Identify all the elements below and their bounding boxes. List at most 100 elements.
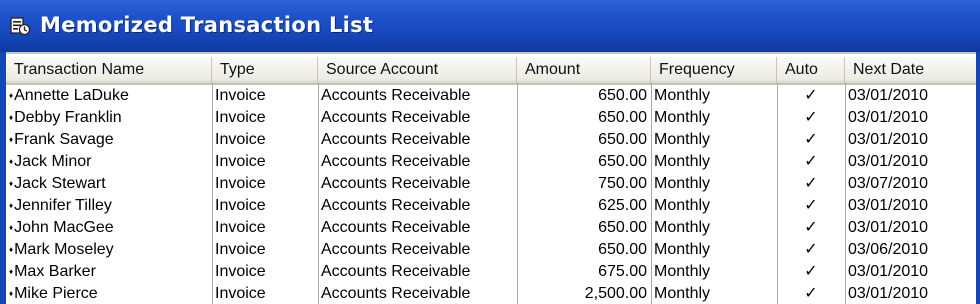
next-date-cell: 03/01/2010 xyxy=(848,219,929,236)
next-date-cell: 03/07/2010 xyxy=(848,175,929,192)
type-cell: Invoice xyxy=(215,263,266,280)
table-row[interactable]: ♦Jennifer Tilley Invoice Accounts Receivab… xyxy=(6,195,976,217)
source-account-cell: Accounts Receivable xyxy=(321,263,471,280)
row-marker-icon: ♦ xyxy=(9,245,14,254)
source-account-cell: Accounts Receivable xyxy=(321,241,471,258)
type-cell: Invoice xyxy=(215,285,266,302)
window-frame-right xyxy=(976,52,980,304)
amount-cell: 650.00 xyxy=(598,219,647,236)
table-row[interactable]: ♦Debby Franklin Invoice Accounts Receivabl… xyxy=(6,107,976,129)
next-date-cell: 03/01/2010 xyxy=(848,131,929,148)
source-account-cell: Accounts Receivable xyxy=(321,175,471,192)
table-row[interactable]: ♦Annette LaDuke Invoice Accounts Receivabl… xyxy=(6,85,976,107)
column-header-frequency[interactable]: Frequency xyxy=(651,57,777,83)
memorized-list-icon xyxy=(10,17,31,36)
transaction-name: Jack Minor xyxy=(14,153,92,170)
amount-cell: 650.00 xyxy=(598,131,647,148)
auto-checkmark: ✓ xyxy=(804,175,818,192)
frequency-cell: Monthly xyxy=(654,219,711,236)
transaction-name: Frank Savage xyxy=(14,131,114,148)
table-row[interactable]: ♦Mark Moseley Invoice Accounts Receivable 6… xyxy=(6,239,976,261)
transaction-name-cell: ♦Mark Moseley xyxy=(6,239,212,261)
next-date-cell: 03/06/2010 xyxy=(848,241,929,258)
auto-checkmark: ✓ xyxy=(804,131,818,148)
frequency-cell: Monthly xyxy=(654,197,711,214)
column-header-auto[interactable]: Auto xyxy=(777,57,845,83)
frequency-cell: Monthly xyxy=(654,131,711,148)
next-date-cell: 03/01/2010 xyxy=(848,153,929,170)
type-cell: Invoice xyxy=(215,87,266,104)
row-marker-icon: ♦ xyxy=(9,135,14,144)
amount-cell: 2,500.00 xyxy=(584,285,647,302)
auto-checkmark: ✓ xyxy=(804,285,818,302)
amount-cell: 650.00 xyxy=(598,153,647,170)
type-cell: Invoice xyxy=(215,131,266,148)
transaction-name-cell: ♦Mike Pierce xyxy=(6,283,212,304)
table-row[interactable]: ♦Max Barker Invoice Accounts Receivable 675… xyxy=(6,261,976,283)
auto-checkmark: ✓ xyxy=(804,153,818,170)
table-row[interactable]: ♦Mike Pierce Invoice Accounts Receivable 2,… xyxy=(6,283,976,304)
amount-cell: 650.00 xyxy=(598,87,647,104)
table-row[interactable]: ♦John MacGee Invoice Accounts Receivable 65… xyxy=(6,217,976,239)
source-account-cell: Accounts Receivable xyxy=(321,87,471,104)
transaction-name: Mike Pierce xyxy=(14,285,98,302)
column-header-amount[interactable]: Amount xyxy=(517,57,651,83)
title-bar[interactable]: Memorized Transaction List xyxy=(0,0,980,52)
auto-checkmark: ✓ xyxy=(804,219,818,236)
column-header-next-date[interactable]: Next Date xyxy=(845,57,976,83)
amount-cell: 650.00 xyxy=(598,109,647,126)
row-marker-icon: ♦ xyxy=(9,91,14,100)
row-marker-icon: ♦ xyxy=(9,201,14,210)
table-row[interactable]: ♦Jack Stewart Invoice Accounts Receivable 7… xyxy=(6,173,976,195)
source-account-cell: Accounts Receivable xyxy=(321,197,471,214)
auto-checkmark: ✓ xyxy=(804,241,818,258)
row-marker-icon: ♦ xyxy=(9,113,14,122)
source-account-cell: Accounts Receivable xyxy=(321,219,471,236)
auto-checkmark: ✓ xyxy=(804,263,818,280)
column-header-transaction-name[interactable]: Transaction Name xyxy=(6,57,212,83)
source-account-cell: Accounts Receivable xyxy=(321,285,471,302)
row-marker-icon: ♦ xyxy=(9,179,14,188)
amount-cell: 650.00 xyxy=(598,241,647,258)
source-account-cell: Accounts Receivable xyxy=(321,153,471,170)
table-row[interactable]: ♦Frank Savage Invoice Accounts Receivable 6… xyxy=(6,129,976,151)
table-row[interactable]: ♦Jack Minor Invoice Accounts Receivable 650… xyxy=(6,151,976,173)
frequency-cell: Monthly xyxy=(654,175,711,192)
transaction-name-cell: ♦Frank Savage xyxy=(6,129,212,151)
column-header-source-account[interactable]: Source Account xyxy=(318,57,517,83)
row-marker-icon: ♦ xyxy=(9,157,14,166)
next-date-cell: 03/01/2010 xyxy=(848,197,929,214)
transaction-name-cell: ♦Jack Minor xyxy=(6,151,212,173)
transaction-name-cell: ♦Jack Stewart xyxy=(6,173,212,195)
column-header-type[interactable]: Type xyxy=(212,57,318,83)
table-header: Transaction Name Type Source Account Amo… xyxy=(6,57,976,85)
amount-cell: 675.00 xyxy=(598,263,647,280)
auto-checkmark: ✓ xyxy=(804,109,818,126)
next-date-cell: 03/01/2010 xyxy=(848,109,929,126)
transaction-name: Jack Stewart xyxy=(14,175,106,192)
frequency-cell: Monthly xyxy=(654,153,711,170)
transaction-table: Transaction Name Type Source Account Amo… xyxy=(6,52,976,304)
next-date-cell: 03/01/2010 xyxy=(848,87,929,104)
amount-cell: 750.00 xyxy=(598,175,647,192)
row-marker-icon: ♦ xyxy=(9,223,14,232)
type-cell: Invoice xyxy=(215,175,266,192)
frequency-cell: Monthly xyxy=(654,109,711,126)
transaction-name-cell: ♦Max Barker xyxy=(6,261,212,283)
transaction-name-cell: ♦Annette LaDuke xyxy=(6,85,212,107)
frequency-cell: Monthly xyxy=(654,263,711,280)
next-date-cell: 03/01/2010 xyxy=(848,263,929,280)
frequency-cell: Monthly xyxy=(654,241,711,258)
frequency-cell: Monthly xyxy=(654,87,711,104)
source-account-cell: Accounts Receivable xyxy=(321,131,471,148)
auto-checkmark: ✓ xyxy=(804,87,818,104)
amount-cell: 625.00 xyxy=(598,197,647,214)
auto-checkmark: ✓ xyxy=(804,197,818,214)
transaction-name: Debby Franklin xyxy=(14,109,122,126)
window-title: Memorized Transaction List xyxy=(40,13,374,37)
transaction-name: John MacGee xyxy=(14,219,114,236)
transaction-name-cell: ♦Jennifer Tilley xyxy=(6,195,212,217)
type-cell: Invoice xyxy=(215,109,266,126)
type-cell: Invoice xyxy=(215,153,266,170)
row-marker-icon: ♦ xyxy=(9,289,14,298)
